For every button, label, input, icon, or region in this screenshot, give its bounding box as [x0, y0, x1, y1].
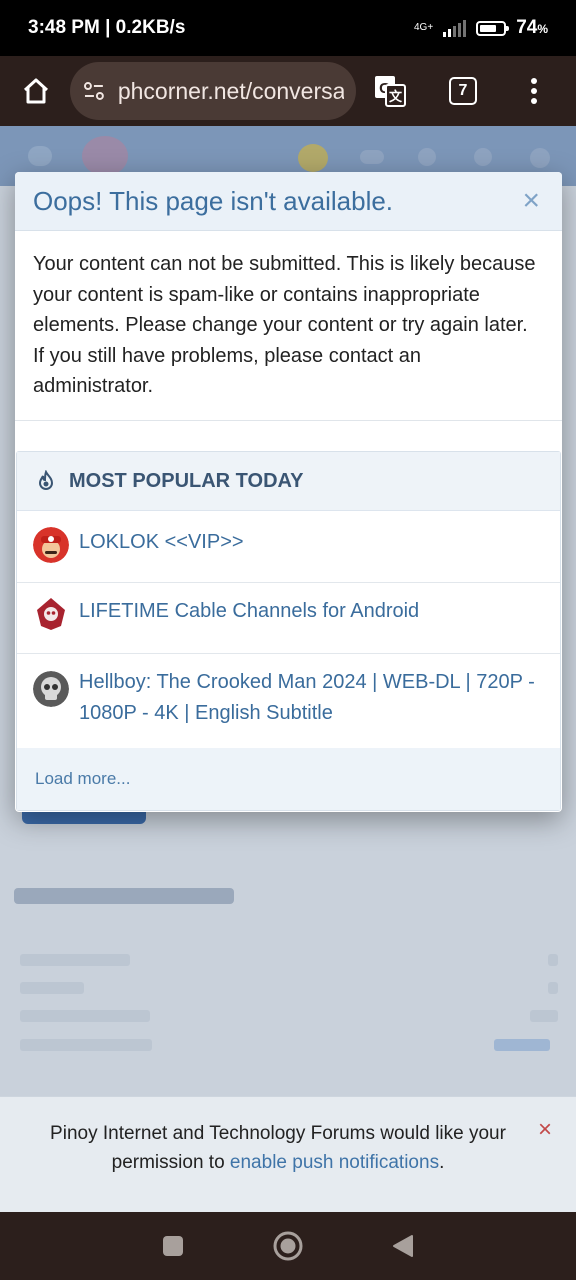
push-notice-close-button[interactable]: ×	[538, 1115, 552, 1144]
load-more-link[interactable]: Load more...	[17, 748, 560, 810]
browser-toolbar: phcorner.net/conversa G 文 7	[0, 56, 576, 126]
battery-percent: 74%	[516, 17, 548, 38]
dialog-title: Oops! This page isn't available.	[33, 185, 394, 216]
tab-switcher-button[interactable]: 7	[435, 63, 491, 119]
recents-button[interactable]	[162, 1235, 184, 1257]
mario-avatar-icon	[33, 527, 69, 563]
status-indicators: 4G+ 74%	[414, 17, 548, 39]
hooded-skull-avatar-icon	[33, 596, 69, 632]
network-type: 4G+	[414, 22, 434, 33]
home-button[interactable]	[8, 63, 64, 119]
error-dialog: Oops! This page isn't available. × Your …	[15, 172, 562, 812]
popular-item[interactable]: LIFETIME Cable Channels for Android	[17, 583, 560, 654]
push-permission-notice: Pinoy Internet and Technology Forums wou…	[0, 1096, 576, 1212]
home-icon	[23, 78, 49, 104]
translate-button[interactable]: G 文	[362, 63, 418, 119]
dialog-message: Your content can not be submitted. This …	[15, 231, 562, 421]
tab-count: 7	[449, 77, 477, 105]
popular-item[interactable]: Hellboy: The Crooked Man 2024 | WEB-DL |…	[17, 654, 560, 749]
popular-item-title: LOKLOK <<VIP>>	[79, 531, 244, 553]
system-nav-bar	[0, 1212, 576, 1280]
home-nav-button[interactable]	[272, 1230, 304, 1262]
popular-item-title: Hellboy: The Crooked Man 2024 | WEB-DL |…	[79, 671, 535, 724]
fire-icon	[38, 470, 54, 490]
popular-item[interactable]: LOKLOK <<VIP>>	[17, 511, 560, 583]
more-vert-icon	[531, 78, 537, 104]
enable-push-link[interactable]: enable push notifications	[230, 1152, 439, 1173]
most-popular-title: MOST POPULAR TODAY	[69, 469, 304, 492]
battery-icon	[476, 20, 510, 36]
site-settings-icon[interactable]	[82, 79, 106, 103]
most-popular-widget: MOST POPULAR TODAY LOKLOK <<VIP>> LIFETI…	[16, 451, 561, 811]
url-text: phcorner.net/conversa	[117, 77, 344, 104]
dialog-header: Oops! This page isn't available. ×	[15, 172, 562, 231]
status-time-speed: 3:48 PM | 0.2KB/s	[28, 17, 186, 38]
svg-text:文: 文	[389, 89, 403, 104]
signal-icon	[443, 19, 467, 37]
popular-item-title: LIFETIME Cable Channels for Android	[79, 600, 420, 622]
status-bar: 3:48 PM | 0.2KB/s 4G+ 74%	[0, 0, 576, 56]
skull-avatar-icon	[33, 671, 69, 707]
most-popular-header: MOST POPULAR TODAY	[17, 452, 560, 511]
back-button[interactable]	[392, 1234, 414, 1258]
push-notice-end: .	[439, 1152, 445, 1173]
translate-icon: G 文	[375, 76, 406, 107]
address-bar[interactable]: phcorner.net/conversa	[70, 62, 356, 120]
dialog-close-button[interactable]: ×	[522, 186, 540, 216]
menu-button[interactable]	[506, 63, 562, 119]
